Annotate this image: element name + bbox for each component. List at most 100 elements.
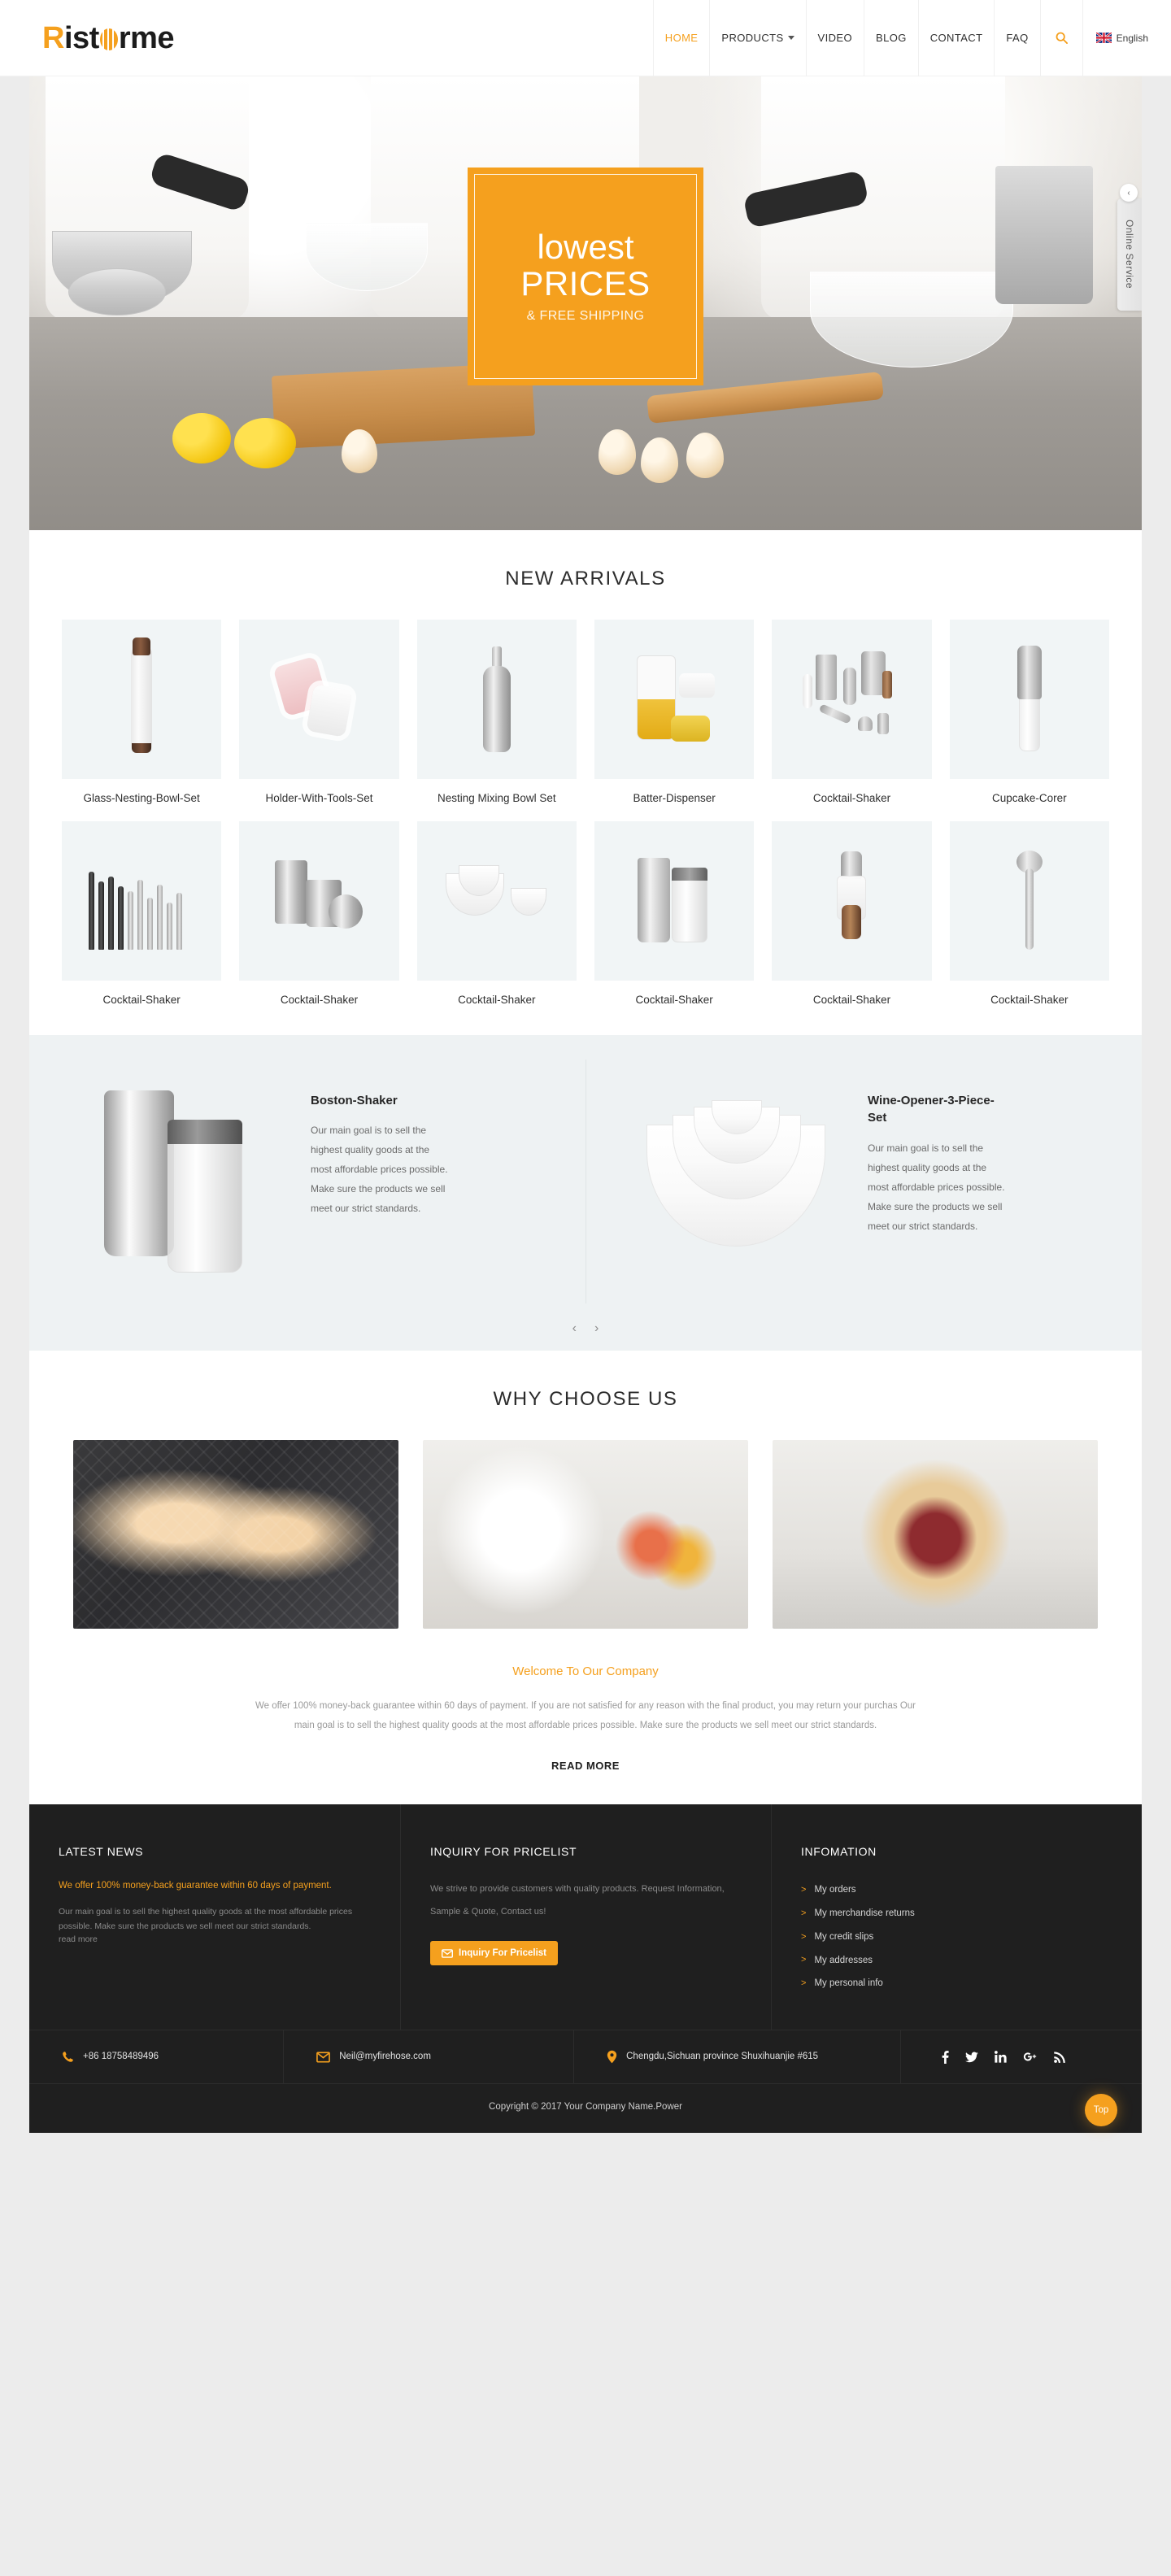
product-card[interactable]: Cocktail-Shaker (594, 821, 755, 1008)
product-thumbnail (594, 620, 755, 779)
info-link-label: My personal info (814, 1978, 883, 1989)
back-to-top-button[interactable]: Top (1085, 2094, 1117, 2127)
chevron-left-icon[interactable]: ‹ (1120, 184, 1138, 202)
online-service-tab[interactable]: ‹ Online Service (1117, 184, 1142, 311)
product-card[interactable]: Cocktail-Shaker (62, 821, 222, 1008)
featured-description: Our main goal is to sell the highest qua… (868, 1142, 1005, 1232)
product-card[interactable]: Cocktail-Shaker (239, 821, 399, 1008)
product-thumbnail (239, 620, 399, 779)
hero-banner: lowest PRICES & FREE SHIPPING ‹ Online S… (29, 76, 1142, 530)
carousel-prev-icon[interactable]: ‹ (572, 1321, 577, 1336)
new-arrivals-section: NEW ARRIVALS Glass-Nesting-Bowl-Set Hold… (29, 530, 1142, 1035)
linkedin-icon[interactable] (994, 2051, 1007, 2063)
product-card[interactable]: Cocktail-Shaker (416, 821, 577, 1008)
phone-icon (62, 2051, 74, 2063)
copyright-bar: Copyright © 2017 Your Company Name.Power… (29, 2083, 1142, 2133)
nav-item-faq[interactable]: FAQ (994, 0, 1039, 76)
featured-image (616, 1060, 860, 1303)
product-thumbnail (772, 620, 932, 779)
info-link-my-merchandise-returns[interactable]: > My merchandise returns (801, 1902, 1112, 1925)
info-link-my-orders[interactable]: > My orders (801, 1878, 1112, 1902)
product-card[interactable]: Glass-Nesting-Bowl-Set (62, 620, 222, 807)
news-headline[interactable]: We offer 100% money-back guarantee withi… (59, 1878, 371, 1895)
contact-phone-value: +86 18758489496 (83, 2052, 159, 2062)
product-thumbnail (416, 620, 577, 779)
logo-letter-r: R (42, 20, 64, 55)
featured-text: Boston-Shaker Our main goal is to sell t… (311, 1060, 449, 1303)
inquiry-button-label: Inquiry For Pricelist (459, 1948, 546, 1959)
product-thumbnail (949, 620, 1109, 779)
facebook-icon[interactable] (942, 2050, 949, 2064)
carousel-next-icon[interactable]: › (594, 1321, 599, 1336)
featured-products-carousel: Boston-Shaker Our main goal is to sell t… (29, 1034, 1142, 1351)
toaster-breakfast-photo[interactable] (423, 1439, 748, 1629)
product-card[interactable]: Nesting Mixing Bowl Set (416, 620, 577, 807)
cocktail-shaker-icon (482, 646, 511, 752)
product-card[interactable]: Holder-With-Tools-Set (239, 620, 399, 807)
info-link-label: My addresses (814, 1955, 873, 1965)
nesting-bowls-image (640, 1099, 835, 1263)
info-link-my-personal-info[interactable]: > My personal info (801, 1972, 1112, 1995)
news-body: Our main goal is to sell the highest qua… (59, 1906, 353, 1932)
chevron-down-icon (787, 36, 794, 40)
featured-image (59, 1060, 303, 1303)
footer-heading: INQUIRY FOR PRICELIST (430, 1844, 577, 1858)
nav-item-products[interactable]: PRODUCTS (709, 0, 805, 76)
glass-bottle-icon (131, 637, 153, 753)
info-link-my-addresses[interactable]: > My addresses (801, 1949, 1112, 1973)
footer-latest-news: LATEST NEWS We offer 100% money-back gua… (29, 1804, 400, 2030)
language-label: English (1116, 32, 1148, 44)
search-button[interactable] (1039, 0, 1082, 76)
nav-label: CONTACT (929, 32, 983, 44)
lemon (234, 418, 296, 468)
product-name: Cocktail-Shaker (102, 994, 181, 1007)
contact-email[interactable]: Neil@myfirehose.com (283, 2030, 573, 2084)
rss-icon[interactable] (1053, 2051, 1065, 2063)
product-card[interactable]: Cocktail-Shaker (772, 620, 932, 807)
why-choose-us-section: WHY CHOOSE US Welcome To Our Company We … (29, 1350, 1142, 1804)
product-row-2: Cocktail-Shaker Cocktail-Shaker Cocktail… (62, 821, 1109, 1008)
footer-columns: LATEST NEWS We offer 100% money-back gua… (29, 1804, 1142, 2030)
product-card[interactable]: Cocktail-Shaker (772, 821, 932, 1008)
featured-item[interactable]: Wine-Opener-3-Piece-Set Our main goal is… (586, 1059, 1142, 1303)
twitter-icon[interactable] (964, 2052, 978, 2063)
contact-phone[interactable]: +86 18758489496 (29, 2030, 283, 2083)
hero-line-2: PRICES (520, 264, 651, 302)
contact-address-value: Chengdu,Sichuan province Shuxihuanjie #6… (626, 2052, 819, 2062)
social-links (899, 2030, 1142, 2084)
site-header: Rist rme HOME PRODUCTS VIDEO BLOG CONTACT… (0, 0, 1171, 76)
product-row-1: Glass-Nesting-Bowl-Set Holder-With-Tools… (62, 620, 1109, 807)
nav-item-contact[interactable]: CONTACT (917, 0, 995, 76)
galette-pie-photo[interactable] (773, 1439, 1098, 1629)
egg (342, 429, 377, 473)
uk-flag-icon (1095, 33, 1112, 43)
inquiry-for-pricelist-button[interactable]: Inquiry For Pricelist (430, 1941, 558, 1966)
footer-heading: INFOMATION (801, 1844, 877, 1858)
product-name: Cocktail-Shaker (812, 792, 891, 804)
product-name: Holder-With-Tools-Set (265, 792, 373, 804)
featured-item[interactable]: Boston-Shaker Our main goal is to sell t… (29, 1060, 586, 1303)
featured-text: Wine-Opener-3-Piece-Set Our main goal is… (868, 1060, 1006, 1303)
info-link-my-credit-slips[interactable]: > My credit slips (801, 1925, 1112, 1949)
nav-item-video[interactable]: VIDEO (805, 0, 864, 76)
pastry-photo[interactable] (73, 1439, 398, 1629)
google-plus-icon[interactable] (1023, 2052, 1038, 2062)
chevron-right-icon: > (801, 1955, 807, 1965)
section-title-new-arrivals: NEW ARRIVALS (505, 568, 666, 590)
product-card[interactable]: Cupcake-Corer (949, 620, 1109, 807)
copyright-text: Copyright © 2017 Your Company Name.Power (489, 2102, 682, 2113)
site-logo[interactable]: Rist rme (42, 20, 175, 55)
nav-label: BLOG (876, 32, 907, 44)
logo-text-rme: rme (118, 20, 175, 55)
language-selector[interactable]: English (1082, 0, 1171, 76)
nav-item-blog[interactable]: BLOG (864, 0, 918, 76)
product-card[interactable]: Batter-Dispenser (594, 620, 755, 807)
info-link-label: My orders (814, 1885, 856, 1895)
search-icon (1056, 32, 1068, 44)
nav-item-home[interactable]: HOME (652, 0, 710, 76)
chevron-right-icon: > (801, 1885, 807, 1895)
news-read-more-link[interactable]: read more (59, 1934, 371, 1944)
read-more-button[interactable]: READ MORE (29, 1735, 1142, 1772)
product-card[interactable]: Cocktail-Shaker (949, 821, 1109, 1008)
product-thumbnail (594, 821, 755, 981)
